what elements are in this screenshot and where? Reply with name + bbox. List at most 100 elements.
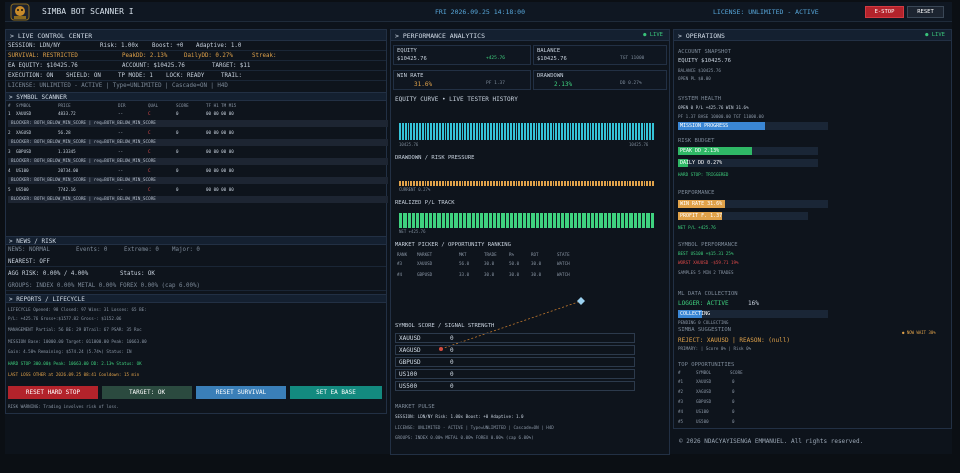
pl-bar	[526, 213, 531, 228]
drawdown-bar	[509, 181, 512, 186]
top-symbol: US100	[696, 409, 709, 414]
drawdown-bar	[652, 181, 654, 186]
win-rate-bar: WIN RATE 31.6%	[678, 200, 726, 208]
pl-bar	[441, 213, 445, 228]
drawdown-bar	[404, 181, 407, 186]
daily-dd-bar: DAILY DD 0.27%	[678, 159, 723, 167]
set-ea-base-button[interactable]: SET EA BASE	[290, 386, 382, 399]
row-num: 4	[8, 168, 11, 173]
snapshot-open: OPEN PL $0.00	[678, 76, 711, 81]
equity-bar	[526, 123, 529, 140]
pl-bar	[603, 213, 608, 228]
r-col: R%	[509, 252, 515, 257]
equity-card: EQUITY $10425.76 +425.76	[393, 45, 531, 65]
drawdown-bar	[615, 181, 617, 186]
equity-bar	[453, 123, 455, 140]
estop-button[interactable]: E-STOP	[865, 6, 904, 18]
drawdown-bar	[492, 181, 495, 186]
signal-row[interactable]: XAUUSD 0	[395, 333, 635, 343]
pl-bar	[437, 213, 441, 228]
equity-bar	[418, 123, 421, 140]
pl-bar	[433, 213, 437, 228]
reset-button[interactable]: RESET	[907, 6, 944, 18]
target-ok-button[interactable]: TARGET: OK	[102, 386, 192, 399]
equity-bar	[507, 123, 509, 140]
logger-bar: COLLECTING	[678, 310, 711, 318]
equity-bar	[595, 123, 598, 140]
drawdown-bar	[461, 181, 464, 186]
pl-bar	[582, 213, 586, 228]
trade-cell: 30.0	[484, 261, 495, 266]
panel-header: > OPERATIONS ● LIVE	[674, 30, 951, 41]
pl-bar	[578, 213, 582, 228]
signal-row[interactable]: GBPUSD 0	[395, 357, 635, 367]
drawdown-bar	[544, 181, 546, 186]
drawdown-card: DRAWDOWN 2.13% DD 0.27%	[533, 70, 667, 90]
mkt-col: MKT	[459, 252, 467, 257]
scanner-row[interactable]: 5 US500 7742.16 -- C 0 00 00 00 00 BLOCK…	[6, 186, 388, 205]
scanner-row[interactable]: 2 XAGUSD 56.28 -- C 0 00 00 00 00 BLOCKE…	[6, 129, 388, 148]
pl-bar	[484, 213, 488, 228]
scanner-row[interactable]: 4 US100 20734.00 -- C 0 00 00 00 00 BLOC…	[6, 167, 388, 186]
scanner-row[interactable]: 3 GBPUSD 1.33345 -- C 0 00 00 00 00 BLOC…	[6, 148, 388, 167]
equity-bar	[450, 123, 453, 140]
row-score: 0	[176, 130, 179, 135]
equity-bar	[404, 123, 407, 140]
scanner-row[interactable]: 1 XAUUSD 4833.72 -- C 0 00 00 00 00 BLOC…	[6, 110, 388, 129]
equity-bar	[598, 123, 600, 140]
drawdown-bar	[447, 181, 450, 186]
execution-row: EXECUTION: ON SHIELD: ON TP MODE: 1 LOCK…	[6, 72, 386, 81]
snapshot-balance: BALANCE $10425.76	[678, 68, 721, 73]
daily-dd-text: DailyDD: 0.27%	[184, 53, 233, 59]
reset-survival-button[interactable]: RESET SURVIVAL	[196, 386, 286, 399]
drawdown-bar	[529, 181, 532, 186]
signal-row[interactable]: US100 0	[395, 369, 635, 379]
drawdown-bar	[612, 181, 615, 186]
drawdown-bar	[421, 181, 424, 186]
drawdown-bar	[501, 181, 504, 186]
pl-bar	[586, 213, 590, 228]
pl-bar	[612, 213, 616, 228]
report-line: LIFECYCLE Opened: 98 Closed: 97 Wins: 31…	[8, 307, 147, 312]
symbol-performance-title: SYMBOL PERFORMANCE	[678, 242, 738, 248]
reset-hard-stop-button[interactable]: RESET HARD STOP	[8, 386, 98, 399]
equity-bar	[438, 123, 441, 140]
drawdown-bar	[512, 181, 515, 186]
signal-value: 0	[450, 359, 454, 366]
drawdown-label: DRAWDOWN	[537, 73, 564, 79]
row-score: 0	[176, 168, 179, 173]
health-line: PF 1.37 BASE 10000.00 TGT 11000.00	[678, 114, 764, 119]
row-num: 3	[8, 149, 11, 154]
peak-dd-bar: PEAK DD 2.13%	[678, 147, 753, 155]
r-cell: 30.0	[509, 272, 520, 277]
winrate-sub: PF 1.37	[486, 81, 505, 86]
signal-row[interactable]: XAGUSD 0	[395, 345, 635, 355]
col-qual: QUAL	[148, 103, 159, 108]
equity-bar	[464, 123, 467, 140]
top-rank: #2	[678, 389, 684, 394]
drawdown-bar	[472, 181, 475, 186]
pl-bar	[561, 213, 565, 228]
drawdown-bar	[535, 181, 538, 186]
drawdown-bar	[563, 181, 566, 186]
simba-suggestion-title: SIMBA SUGGESTION	[678, 327, 731, 333]
equity-bar	[518, 123, 521, 140]
col-symbol: SYMBOL	[16, 103, 32, 108]
signal-row[interactable]: US500 0	[395, 381, 635, 391]
equity-curve-chart	[399, 123, 654, 140]
equity-bar	[529, 123, 532, 140]
curve-left-label: 10425.76	[399, 142, 419, 147]
drawdown-bar	[407, 181, 410, 186]
pl-bar	[488, 213, 492, 228]
equity-bar	[424, 123, 427, 140]
state-col: STATE	[557, 252, 570, 257]
row-price: 7742.16	[58, 187, 76, 192]
drawdown-bar	[609, 181, 612, 186]
pl-bar	[428, 213, 433, 228]
equity-bar	[492, 123, 495, 140]
pl-bar	[548, 213, 552, 228]
top-col: #	[678, 370, 681, 375]
drawdown-bar	[444, 181, 447, 186]
equity-bar	[538, 123, 541, 140]
winrate-card: WIN RATE 31.6% PF 1.37	[393, 70, 531, 90]
